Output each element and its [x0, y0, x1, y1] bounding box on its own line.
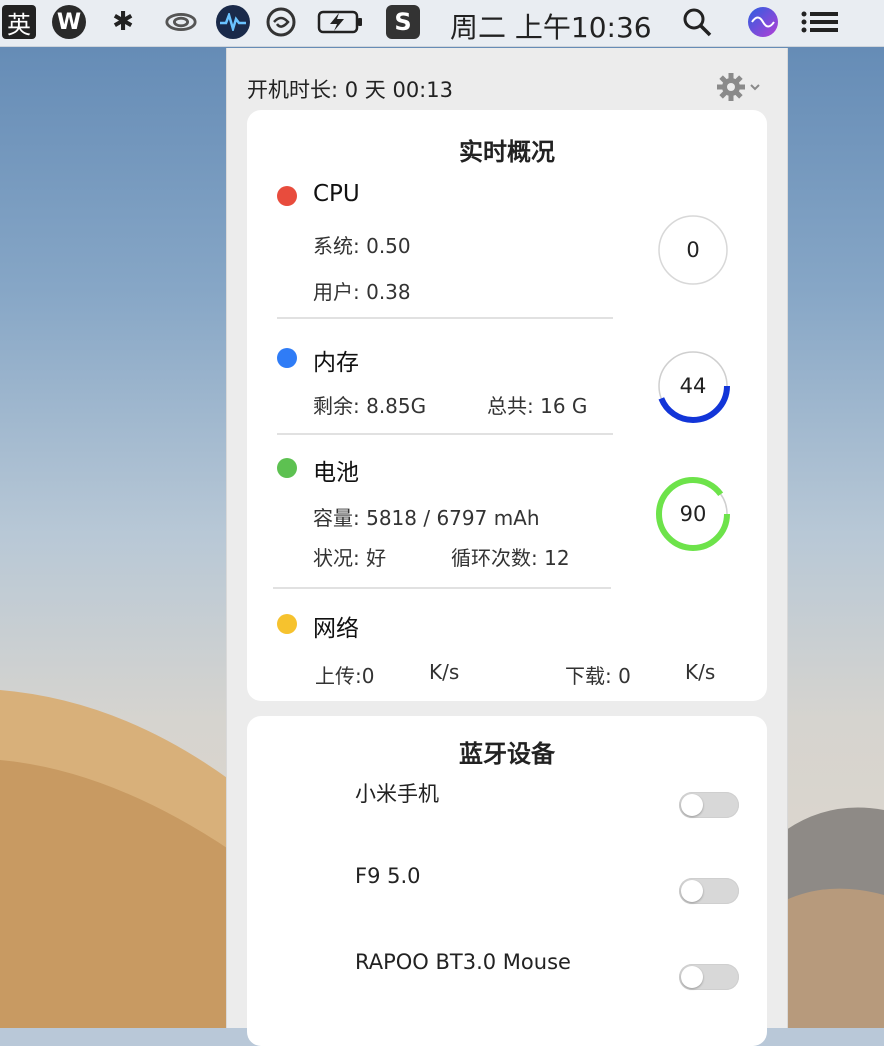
memory-label: 内存: [313, 350, 359, 376]
bluetooth-title: 蓝牙设备: [459, 740, 555, 768]
memory-gauge-value: 44: [679, 374, 707, 398]
divider: [273, 587, 611, 589]
battery-status-dot: [277, 458, 297, 478]
bluetooth-device-name: 小米手机: [355, 782, 439, 806]
overview-title: 实时概况: [459, 138, 555, 166]
bluetooth-device-toggle[interactable]: [679, 964, 739, 990]
system-monitor-panel: 开机时长: 0 天 00:13 实时概况 CPU 系统: 0.50 用户: 0.…: [226, 48, 788, 1046]
cpu-gauge: 0: [653, 210, 733, 290]
notification-center-icon[interactable]: [800, 5, 840, 39]
cpu-system-load: 系统: 0.50: [313, 234, 411, 258]
cloud-sync-icon[interactable]: [164, 5, 198, 39]
battery-condition: 状况: 好: [313, 546, 387, 570]
divider: [277, 433, 613, 435]
battery-gauge-value: 90: [679, 502, 707, 526]
menubar-clock[interactable]: 周二 上午10:36: [450, 6, 652, 46]
network-status-dot: [277, 614, 297, 634]
bluetooth-card: 蓝牙设备 小米手机 F9 5.0 RAPOO BT3.0 Mouse: [247, 716, 767, 1046]
bluetooth-device-name: RAPOO BT3.0 Mouse: [355, 950, 571, 974]
network-upload: 上传:0: [315, 664, 375, 688]
input-method-icon[interactable]: 英: [2, 5, 36, 39]
uptime-label: 开机时长: 0 天 00:13: [247, 78, 453, 102]
cpu-label: CPU: [313, 181, 360, 207]
bluetooth-device-toggle[interactable]: [679, 792, 739, 818]
memory-status-dot: [277, 348, 297, 368]
spiral-app-icon[interactable]: [264, 5, 298, 39]
toggle-knob: [681, 966, 703, 988]
divider: [277, 317, 613, 319]
settings-gear-icon[interactable]: [717, 70, 765, 104]
cpu-user-load: 用户: 0.38: [313, 280, 411, 304]
bluetooth-icon[interactable]: ✱: [106, 5, 140, 39]
s-app-icon[interactable]: S: [386, 5, 420, 39]
battery-cycle-count: 循环次数: 12: [451, 546, 570, 570]
network-upload-unit: K/s: [429, 660, 460, 684]
memory-free: 剩余: 8.85G: [313, 394, 427, 418]
network-label: 网络: [313, 616, 359, 642]
bluetooth-device-name: F9 5.0: [355, 864, 421, 888]
cpu-status-dot: [277, 186, 297, 206]
search-icon[interactable]: [680, 5, 714, 39]
overview-card: 实时概况 CPU 系统: 0.50 用户: 0.38 0 内存 剩余: 8.85…: [247, 110, 767, 701]
toggle-knob: [681, 794, 703, 816]
wordpress-icon[interactable]: W: [52, 5, 86, 39]
bluetooth-device-toggle[interactable]: [679, 878, 739, 904]
toggle-knob: [681, 880, 703, 902]
cpu-gauge-value: 0: [686, 238, 700, 262]
network-download: 下载: 0: [565, 664, 631, 688]
activity-monitor-icon[interactable]: [216, 5, 250, 39]
siri-icon[interactable]: [746, 5, 780, 39]
memory-gauge: 44: [653, 346, 733, 426]
battery-capacity: 容量: 5818 / 6797 mAh: [313, 506, 540, 530]
battery-label: 电池: [313, 460, 359, 486]
network-download-unit: K/s: [685, 660, 716, 684]
battery-charging-icon[interactable]: [316, 5, 364, 39]
battery-gauge: 90: [653, 474, 733, 554]
memory-total: 总共: 16 G: [487, 394, 588, 418]
menu-bar: 英 W ✱ S 周二 上午10:36: [0, 0, 884, 47]
